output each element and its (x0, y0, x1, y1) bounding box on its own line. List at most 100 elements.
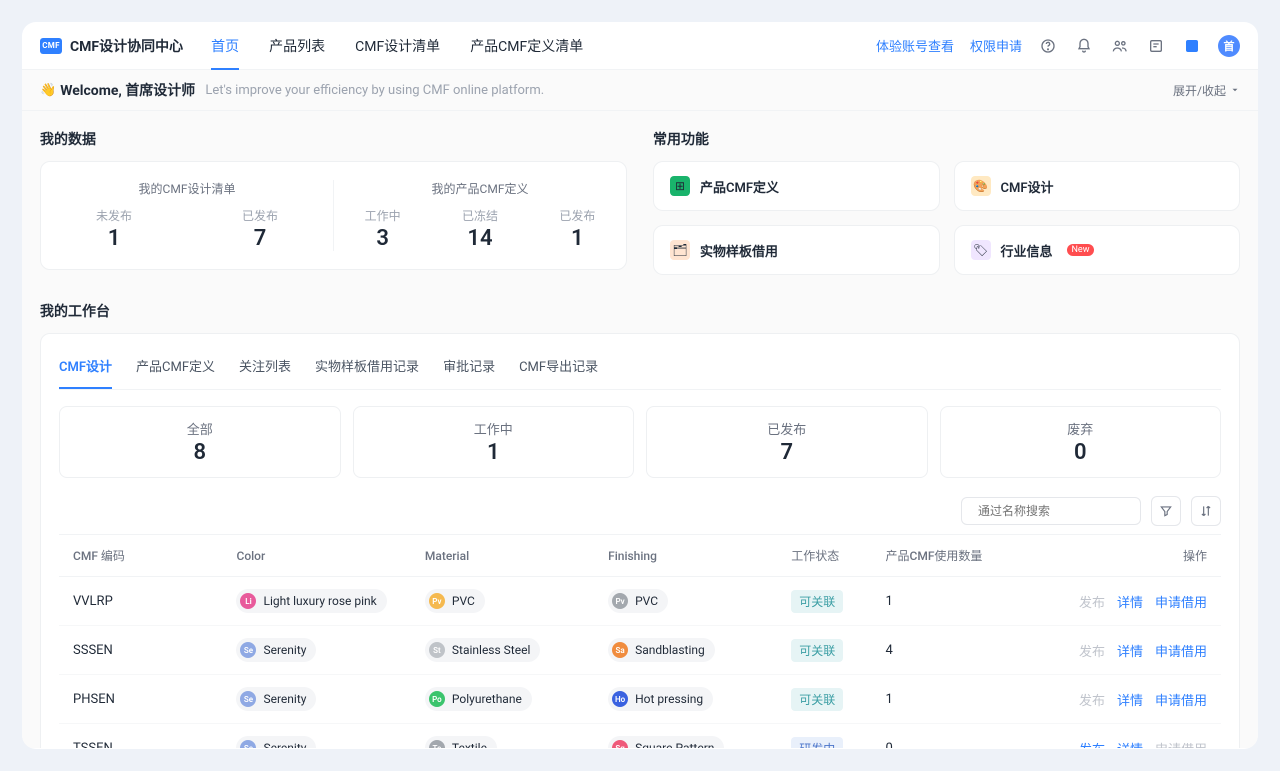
stat: 工作中3 (334, 207, 431, 251)
stats-right-title: 我的产品CMF定义 (334, 180, 626, 197)
workbench-tab[interactable]: 审批记录 (443, 352, 495, 389)
expand-collapse-toggle[interactable]: 展开/收起 (1173, 82, 1240, 99)
function-card[interactable]: 🗂 实物样板借用 (653, 225, 940, 275)
avatar[interactable]: 首 (1218, 35, 1240, 57)
function-label: 产品CMF定义 (700, 177, 779, 196)
app-icon[interactable] (1182, 36, 1202, 56)
nav-item[interactable]: 产品CMF定义清单 (470, 22, 583, 70)
cell-status: 可关联 (781, 675, 875, 724)
experience-account-link[interactable]: 体验账号查看 (876, 36, 954, 55)
cell-code: SSSEN (59, 626, 226, 675)
cell-status: 可关联 (781, 626, 875, 675)
borrow-link[interactable]: 申请借用 (1155, 596, 1207, 611)
sort-icon (1199, 504, 1213, 518)
sort-button[interactable] (1191, 496, 1221, 526)
col-status: 工作状态 (781, 535, 875, 577)
workbench-title: 我的工作台 (40, 301, 1240, 321)
search-box[interactable] (961, 497, 1141, 525)
note-icon[interactable] (1146, 36, 1166, 56)
cell-color: SeSerenity (226, 724, 414, 749)
workbench-panel: CMF设计产品CMF定义关注列表实物样板借用记录审批记录CMF导出记录 全部8工… (40, 333, 1240, 748)
detail-link[interactable]: 详情 (1117, 694, 1143, 709)
workbench-tab[interactable]: 关注列表 (239, 352, 291, 389)
function-label: 实物样板借用 (700, 241, 778, 260)
workbench-tab[interactable]: CMF导出记录 (519, 352, 598, 389)
chip: SeSerenity (236, 687, 316, 711)
summary-card[interactable]: 全部8 (59, 406, 341, 478)
summary-card[interactable]: 工作中1 (353, 406, 635, 478)
chip: TeTextile (425, 736, 497, 748)
function-icon: 🗂 (670, 240, 690, 260)
col-material: Material (415, 535, 598, 577)
cell-ops: 发布详情申请借用 (1033, 577, 1222, 626)
workbench-tab[interactable]: 产品CMF定义 (136, 352, 215, 389)
cell-material: TeTextile (415, 724, 598, 749)
function-card[interactable]: ⊞ 产品CMF定义 (653, 161, 940, 211)
cmf-design-table: CMF 编码 Color Material Finishing 工作状态 产品C… (59, 534, 1221, 748)
cell-finishing: HoHot pressing (598, 675, 781, 724)
table-row: SSSEN SeSerenity StStainless Steel SaSandbl… (59, 626, 1221, 675)
publish-link-disabled: 发布 (1079, 645, 1105, 660)
cell-ops: 发布详情申请借用 (1033, 675, 1222, 724)
chip: SqSquare Pattern (608, 736, 724, 748)
cell-code: PHSEN (59, 675, 226, 724)
brand-logo: CMF (40, 38, 62, 54)
chip: LiLight luxury rose pink (236, 589, 386, 613)
chip: PvPVC (425, 589, 485, 613)
welcome-strip: 👋 Welcome, 首席设计师 Let's improve your effi… (22, 70, 1258, 111)
nav-item[interactable]: 产品列表 (269, 22, 325, 70)
workbench-tab[interactable]: 实物样板借用记录 (315, 352, 419, 389)
stat: 已冻结14 (431, 207, 528, 251)
detail-link[interactable]: 详情 (1117, 645, 1143, 660)
stat: 已发布1 (529, 207, 626, 251)
col-color: Color (226, 535, 414, 577)
function-card[interactable]: 🏷行业信息New (954, 225, 1241, 275)
cell-finishing: PvPVC (598, 577, 781, 626)
function-card[interactable]: 🎨CMF设计 (954, 161, 1241, 211)
borrow-link[interactable]: 申请借用 (1155, 645, 1207, 660)
chip: PoPolyurethane (425, 687, 532, 711)
cell-usage: 4 (875, 626, 1032, 675)
borrow-link[interactable]: 申请借用 (1155, 694, 1207, 709)
function-icon: ⊞ (670, 176, 690, 196)
function-icon: 🎨 (971, 176, 991, 196)
chip: SeSerenity (236, 736, 316, 748)
bell-icon[interactable] (1074, 36, 1094, 56)
col-code: CMF 编码 (59, 535, 226, 577)
help-icon[interactable] (1038, 36, 1058, 56)
cell-usage: 0 (875, 724, 1032, 749)
summary-card[interactable]: 已发布7 (646, 406, 928, 478)
permission-apply-link[interactable]: 权限申请 (970, 36, 1022, 55)
cell-usage: 1 (875, 577, 1032, 626)
cell-finishing: SaSandblasting (598, 626, 781, 675)
cell-color: SeSerenity (226, 675, 414, 724)
cell-ops: 发布详情申请借用 (1033, 626, 1222, 675)
cell-material: PoPolyurethane (415, 675, 598, 724)
filter-icon (1159, 504, 1173, 518)
filter-button[interactable] (1151, 496, 1181, 526)
functions-title: 常用功能 (653, 129, 1240, 149)
publish-link-disabled: 发布 (1079, 596, 1105, 611)
publish-link[interactable]: 发布 (1079, 743, 1105, 749)
summary-card[interactable]: 废弃0 (940, 406, 1222, 478)
search-input[interactable] (978, 504, 1133, 518)
chip: SeSerenity (236, 638, 316, 662)
cell-code: VVLRP (59, 577, 226, 626)
function-label: 行业信息 (1001, 241, 1053, 260)
chip: PvPVC (608, 589, 668, 613)
welcome-prefix: Welcome, (60, 83, 125, 99)
chip: SaSandblasting (608, 638, 715, 662)
cell-color: SeSerenity (226, 626, 414, 675)
borrow-link-disabled: 申请借用 (1155, 743, 1207, 749)
workbench-tab[interactable]: CMF设计 (59, 352, 112, 389)
chevron-down-icon (1230, 85, 1240, 95)
detail-link[interactable]: 详情 (1117, 743, 1143, 749)
detail-link[interactable]: 详情 (1117, 596, 1143, 611)
cell-code: TSSEN (59, 724, 226, 749)
users-icon[interactable] (1110, 36, 1130, 56)
chip: StStainless Steel (425, 638, 540, 662)
cell-color: LiLight luxury rose pink (226, 577, 414, 626)
nav-item[interactable]: 首页 (211, 22, 239, 70)
function-icon: 🏷 (971, 240, 991, 260)
nav-item[interactable]: CMF设计清单 (355, 22, 440, 70)
